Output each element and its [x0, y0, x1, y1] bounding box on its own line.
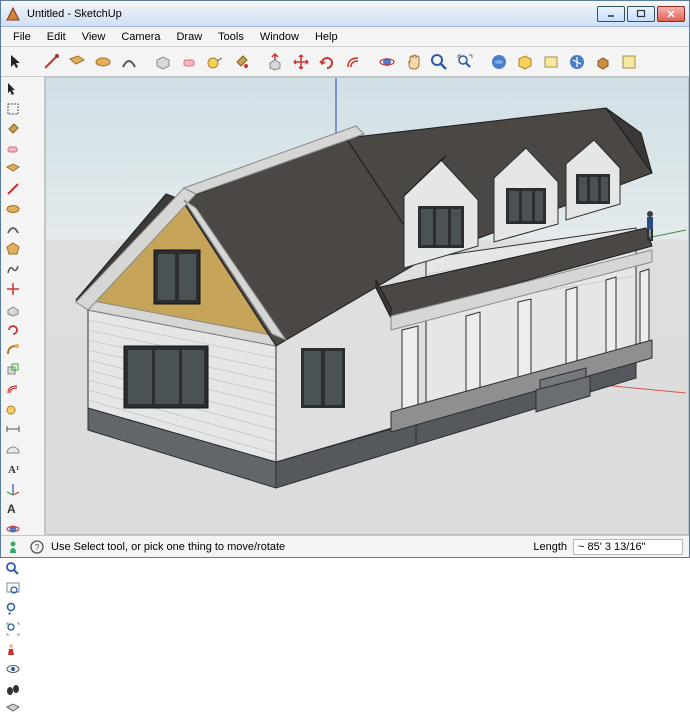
body: A¹ A: [1, 77, 689, 535]
menubar: File Edit View Camera Draw Tools Window …: [1, 27, 689, 47]
svg-text:A¹: A¹: [8, 464, 19, 476]
extensions-icon[interactable]: [591, 50, 615, 74]
menu-file[interactable]: File: [5, 29, 39, 45]
tape-measure-icon[interactable]: [203, 50, 227, 74]
make-component-icon[interactable]: [151, 50, 175, 74]
circle-tool-icon[interactable]: [3, 199, 23, 219]
polygon-tool-icon[interactable]: [3, 239, 23, 259]
maximize-button[interactable]: [627, 6, 655, 22]
walk-tool-icon[interactable]: [3, 679, 23, 699]
select-tool-icon[interactable]: [5, 50, 29, 74]
share-model-icon[interactable]: [513, 50, 537, 74]
menu-draw[interactable]: Draw: [168, 29, 210, 45]
3d-text-icon[interactable]: A: [3, 499, 23, 519]
help-icon[interactable]: ?: [29, 539, 45, 555]
app-window: Untitled - SketchUp File Edit View Camer…: [0, 0, 690, 558]
rectangle-tool-icon[interactable]: [65, 50, 89, 74]
line-tool-icon[interactable]: [3, 179, 23, 199]
move-tool-icon[interactable]: [3, 279, 23, 299]
text-tool-icon[interactable]: A¹: [3, 459, 23, 479]
window-controls: [597, 6, 685, 22]
move-icon[interactable]: [289, 50, 313, 74]
zoom-extents-icon[interactable]: [3, 619, 23, 639]
minimize-button[interactable]: [597, 6, 625, 22]
tape-measure-icon[interactable]: [3, 399, 23, 419]
toolbar-left: A¹ A: [1, 77, 45, 535]
length-value[interactable]: ~ 85' 3 13/16": [573, 539, 683, 555]
dimension-tool-icon[interactable]: [3, 419, 23, 439]
make-component-icon[interactable]: [3, 99, 23, 119]
print-icon[interactable]: [539, 50, 563, 74]
svg-text:?: ?: [35, 542, 40, 552]
axes-tool-icon[interactable]: [3, 479, 23, 499]
eraser-icon[interactable]: [177, 50, 201, 74]
length-label: Length: [533, 541, 567, 553]
select-tool-icon[interactable]: [3, 79, 23, 99]
arc-tool-icon[interactable]: [117, 50, 141, 74]
zoom-icon[interactable]: [427, 50, 451, 74]
instructor-icon[interactable]: [7, 539, 23, 555]
toolbar-top: [1, 47, 689, 77]
section-plane-icon[interactable]: [3, 699, 23, 719]
zoom-tool-icon[interactable]: [3, 559, 23, 579]
help-icon[interactable]: [617, 50, 641, 74]
push-pull-icon[interactable]: [3, 299, 23, 319]
circle-tool-icon[interactable]: [91, 50, 115, 74]
previous-view-icon[interactable]: [3, 599, 23, 619]
look-around-icon[interactable]: [3, 659, 23, 679]
eraser-icon[interactable]: [3, 139, 23, 159]
zoom-extents-icon[interactable]: [453, 50, 477, 74]
get-models-icon[interactable]: [487, 50, 511, 74]
pan-icon[interactable]: [401, 50, 425, 74]
app-icon: [5, 6, 21, 22]
menu-camera[interactable]: Camera: [113, 29, 168, 45]
offset-tool-icon[interactable]: [3, 379, 23, 399]
menu-window[interactable]: Window: [252, 29, 307, 45]
statusbar: ? Use Select tool, or pick one thing to …: [1, 535, 689, 557]
protractor-icon[interactable]: [3, 439, 23, 459]
close-button[interactable]: [657, 6, 685, 22]
rotate-tool-icon[interactable]: [3, 319, 23, 339]
layers-icon[interactable]: [565, 50, 589, 74]
rotate-icon[interactable]: [315, 50, 339, 74]
paint-bucket-icon[interactable]: [229, 50, 253, 74]
window-title: Untitled - SketchUp: [27, 8, 597, 20]
menu-tools[interactable]: Tools: [210, 29, 252, 45]
freehand-tool-icon[interactable]: [3, 259, 23, 279]
push-pull-icon[interactable]: [263, 50, 287, 74]
orbit-icon[interactable]: [375, 50, 399, 74]
svg-text:A: A: [7, 502, 16, 516]
follow-me-icon[interactable]: [3, 339, 23, 359]
viewport[interactable]: [45, 77, 689, 535]
menu-edit[interactable]: Edit: [39, 29, 74, 45]
rectangle-tool-icon[interactable]: [3, 159, 23, 179]
paint-bucket-icon[interactable]: [3, 119, 23, 139]
arc-tool-icon[interactable]: [3, 219, 23, 239]
offset-icon[interactable]: [341, 50, 365, 74]
status-hint: Use Select tool, or pick one thing to mo…: [51, 541, 527, 553]
line-tool-icon[interactable]: [39, 50, 63, 74]
scale-tool-icon[interactable]: [3, 359, 23, 379]
model-canvas: [46, 78, 686, 535]
menu-view[interactable]: View: [74, 29, 114, 45]
menu-help[interactable]: Help: [307, 29, 346, 45]
position-camera-icon[interactable]: [3, 639, 23, 659]
zoom-window-icon[interactable]: [3, 579, 23, 599]
titlebar: Untitled - SketchUp: [1, 1, 689, 27]
